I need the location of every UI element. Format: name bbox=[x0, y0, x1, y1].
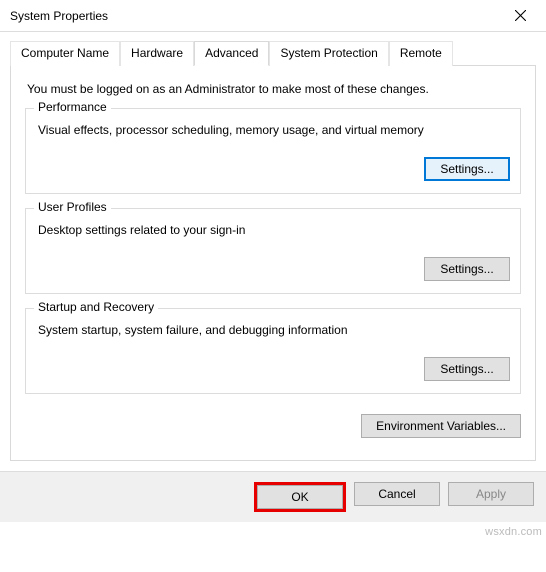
watermark: wsxdn.com bbox=[485, 526, 542, 538]
close-button[interactable] bbox=[500, 2, 540, 30]
startup-recovery-settings-button[interactable]: Settings... bbox=[424, 357, 510, 381]
window-title: System Properties bbox=[10, 9, 500, 23]
dialog-button-row: OK Cancel Apply bbox=[0, 471, 546, 522]
tab-hardware[interactable]: Hardware bbox=[120, 41, 194, 66]
tabstrip: Computer Name Hardware Advanced System P… bbox=[10, 41, 536, 66]
group-performance: Performance Visual effects, processor sc… bbox=[25, 108, 521, 194]
tab-system-protection[interactable]: System Protection bbox=[269, 41, 388, 66]
group-startup-recovery-legend: Startup and Recovery bbox=[34, 300, 158, 314]
group-startup-recovery: Startup and Recovery System startup, sys… bbox=[25, 308, 521, 394]
ok-button[interactable]: OK bbox=[257, 485, 343, 509]
group-user-profiles-desc: Desktop settings related to your sign-in bbox=[38, 223, 510, 237]
apply-button[interactable]: Apply bbox=[448, 482, 534, 506]
tab-panel-advanced: You must be logged on as an Administrato… bbox=[10, 65, 536, 461]
tab-advanced[interactable]: Advanced bbox=[194, 41, 269, 66]
tab-computer-name[interactable]: Computer Name bbox=[10, 41, 120, 66]
group-startup-recovery-desc: System startup, system failure, and debu… bbox=[38, 323, 510, 337]
admin-notice: You must be logged on as an Administrato… bbox=[27, 82, 523, 96]
environment-variables-button[interactable]: Environment Variables... bbox=[361, 414, 521, 438]
group-user-profiles-legend: User Profiles bbox=[34, 200, 111, 214]
group-performance-legend: Performance bbox=[34, 100, 111, 114]
tab-remote[interactable]: Remote bbox=[389, 41, 453, 66]
group-performance-desc: Visual effects, processor scheduling, me… bbox=[38, 123, 510, 137]
cancel-button[interactable]: Cancel bbox=[354, 482, 440, 506]
ok-highlight: OK bbox=[254, 482, 346, 512]
close-icon bbox=[515, 10, 526, 21]
group-user-profiles: User Profiles Desktop settings related t… bbox=[25, 208, 521, 294]
user-profiles-settings-button[interactable]: Settings... bbox=[424, 257, 510, 281]
performance-settings-button[interactable]: Settings... bbox=[424, 157, 510, 181]
